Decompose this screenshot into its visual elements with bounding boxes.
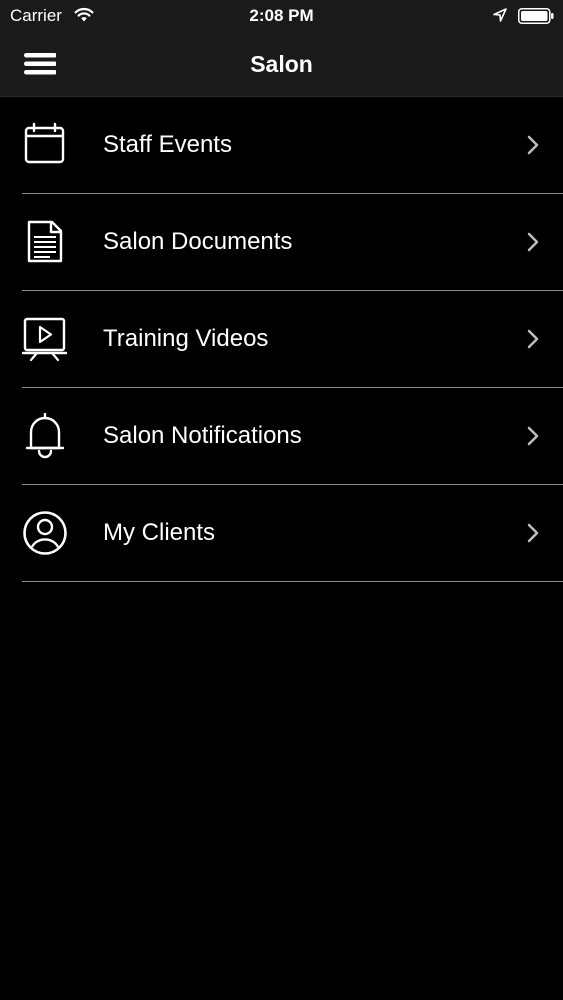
menu-item-label: Staff Events [103, 131, 232, 158]
menu-item-label: Salon Documents [103, 228, 293, 255]
battery-full-icon [518, 8, 554, 24]
bell-icon [22, 413, 68, 459]
menu-item-label: My Clients [103, 519, 216, 546]
menu-item-salon-notifications[interactable]: Salon Notifications [0, 388, 563, 485]
chevron-right-icon [525, 133, 541, 157]
status-bar: Carrier 2:08 PM [0, 0, 563, 32]
page-title: Salon [250, 51, 313, 77]
menu-item-training-videos[interactable]: Training Videos [0, 291, 563, 388]
menu-item-my-clients[interactable]: My Clients [0, 485, 563, 582]
menu-item-salon-documents[interactable]: Salon Documents [0, 194, 563, 291]
salon-menu-list: Staff Events Salon Documents Training Vi… [0, 97, 563, 582]
user-circle-icon [22, 510, 68, 556]
location-arrow-icon [492, 7, 508, 23]
calendar-icon [22, 122, 68, 168]
menu-item-staff-events[interactable]: Staff Events [0, 97, 563, 194]
navigation-bar: Salon [0, 32, 563, 97]
chevron-right-icon [525, 424, 541, 448]
menu-item-label: Salon Notifications [103, 422, 302, 449]
chevron-right-icon [525, 230, 541, 254]
row-divider [22, 581, 563, 582]
video-presentation-icon [22, 316, 68, 362]
chevron-right-icon [525, 327, 541, 351]
menu-item-label: Training Videos [103, 325, 269, 352]
status-time: 2:08 PM [249, 6, 314, 25]
document-icon [22, 219, 68, 265]
chevron-right-icon [525, 521, 541, 545]
